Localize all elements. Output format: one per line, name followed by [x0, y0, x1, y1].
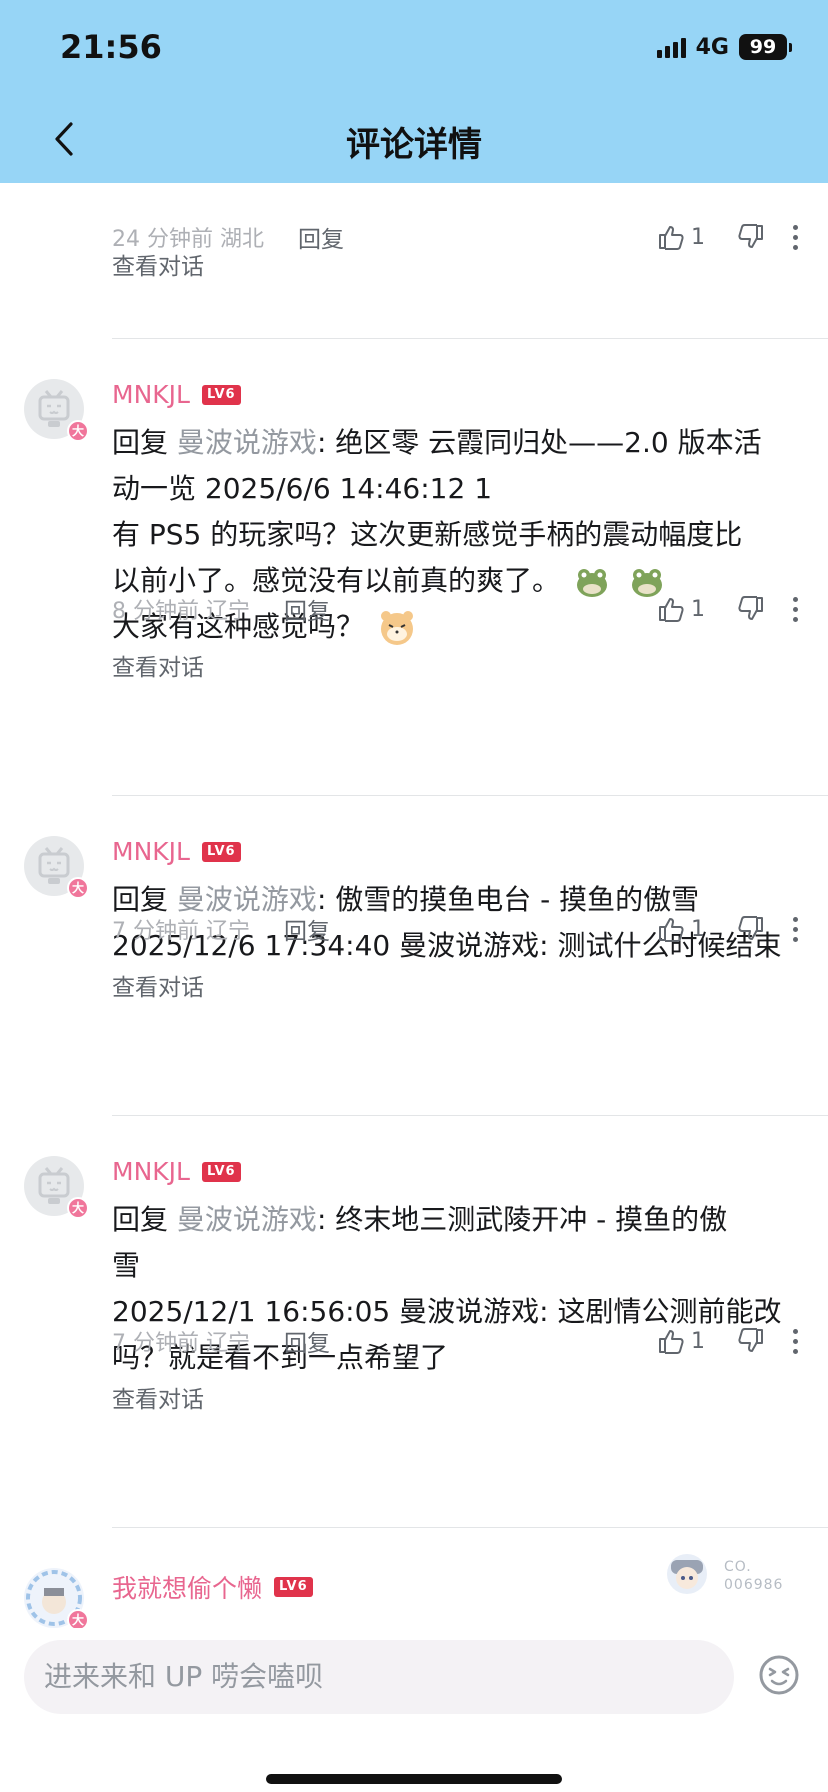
comment-time: 7 分钟前 辽宁 [112, 1331, 251, 1356]
avatar[interactable]: 大 [24, 379, 89, 442]
like-count: 1 [691, 1328, 705, 1354]
thumbs-up-icon[interactable] [657, 223, 685, 251]
thumbs-down-icon[interactable] [737, 223, 765, 251]
username[interactable]: MNKJL LV6 [112, 1157, 241, 1186]
username-text: MNKJL [112, 1157, 190, 1186]
avatar[interactable]: 大 [24, 1568, 89, 1628]
bottom-bar: 进来来和 UP 唠会嗑呗 [0, 1628, 828, 1792]
username-text: MNKJL [112, 380, 190, 409]
comment-actions: 1 [657, 217, 798, 257]
vip-badge: 大 [67, 1197, 89, 1219]
vip-badge: 大 [67, 420, 89, 442]
level-badge: LV6 [201, 1161, 241, 1182]
more-icon[interactable] [793, 596, 798, 622]
level-badge: LV6 [201, 841, 241, 862]
comment-meta: 7 分钟前 辽宁 回复 1 [112, 909, 828, 949]
quoted-user-link[interactable]: 曼波说游戏 [177, 426, 317, 459]
vip-badge: 大 [67, 1609, 89, 1628]
comment-time: 7 分钟前 辽宁 [112, 919, 251, 944]
more-icon[interactable] [793, 1328, 798, 1354]
divider [112, 338, 828, 339]
thumbs-down-icon[interactable] [737, 1327, 765, 1355]
level-badge: LV6 [201, 384, 241, 405]
status-time: 21:56 [60, 28, 162, 66]
comment-actions: 1 [657, 1321, 798, 1361]
comment-list[interactable]: 24 分钟前 湖北 回复 1 查看对话 大 MNKJL LV6 回复 曼波说游戏… [0, 183, 828, 1628]
vip-badge: 大 [67, 877, 89, 899]
signal-icon [656, 36, 686, 58]
view-conversation-link[interactable]: 查看对话 [112, 648, 204, 682]
comment-meta: 24 分钟前 湖北 回复 1 [112, 217, 828, 257]
avatar[interactable]: 大 [24, 836, 89, 899]
comment-meta: 8 分钟前 辽宁 回复 1 [112, 589, 828, 629]
reply-button[interactable]: 回复 [284, 912, 330, 946]
more-icon[interactable] [793, 916, 798, 942]
username[interactable]: 我就想偷个懒 LV6 [112, 1569, 313, 1605]
anime-girl-icon [667, 1554, 707, 1594]
like-count: 1 [691, 596, 705, 622]
divider [112, 1527, 828, 1528]
username[interactable]: MNKJL LV6 [112, 380, 241, 409]
home-indicator [266, 1774, 562, 1784]
avatar[interactable]: 大 [24, 1156, 89, 1219]
username[interactable]: MNKJL LV6 [112, 837, 241, 866]
username-text: MNKJL [112, 837, 190, 866]
comment-input[interactable]: 进来来和 UP 唠会嗑呗 [24, 1640, 734, 1714]
view-conversation-link[interactable]: 查看对话 [112, 968, 204, 1002]
status-icons: 4G 99 [656, 34, 792, 60]
sticker-line: 006986 [724, 1577, 784, 1593]
comment-actions: 1 [657, 909, 798, 949]
emoji-icon[interactable] [758, 1654, 800, 1696]
sticker-line: CO. [724, 1559, 752, 1575]
level-badge: LV6 [274, 1577, 313, 1597]
page-title: 评论详情 [346, 125, 482, 165]
fan-badge-sticker: CO. 006986 [662, 1550, 783, 1602]
like-count: 1 [691, 224, 705, 250]
reply-button[interactable]: 回复 [284, 592, 330, 626]
quoted-user-link[interactable]: 曼波说游戏 [177, 1203, 317, 1236]
reply-button[interactable]: 回复 [284, 1324, 330, 1358]
divider [112, 795, 828, 796]
thumbs-up-icon[interactable] [657, 595, 685, 623]
thumbs-down-icon[interactable] [737, 915, 765, 943]
battery-level: 99 [739, 34, 787, 60]
battery-icon: 99 [739, 34, 792, 60]
comment-actions: 1 [657, 589, 798, 629]
thumbs-down-icon[interactable] [737, 595, 765, 623]
header-bar: 21:56 4G 99 评论详情 [0, 0, 828, 183]
reply-button[interactable]: 回复 [298, 220, 344, 254]
thumbs-up-icon[interactable] [657, 1327, 685, 1355]
like-count: 1 [691, 916, 705, 942]
comment-time: 8 分钟前 辽宁 [112, 599, 251, 624]
more-icon[interactable] [793, 224, 798, 250]
username-text: 我就想偷个懒 [112, 1574, 263, 1603]
thumbs-up-icon[interactable] [657, 915, 685, 943]
view-conversation-link[interactable]: 查看对话 [112, 247, 204, 281]
comment-meta: 7 分钟前 辽宁 回复 1 [112, 1321, 828, 1361]
view-conversation-link[interactable]: 查看对话 [112, 1380, 204, 1414]
divider [112, 1115, 828, 1116]
network-type: 4G [695, 34, 729, 60]
